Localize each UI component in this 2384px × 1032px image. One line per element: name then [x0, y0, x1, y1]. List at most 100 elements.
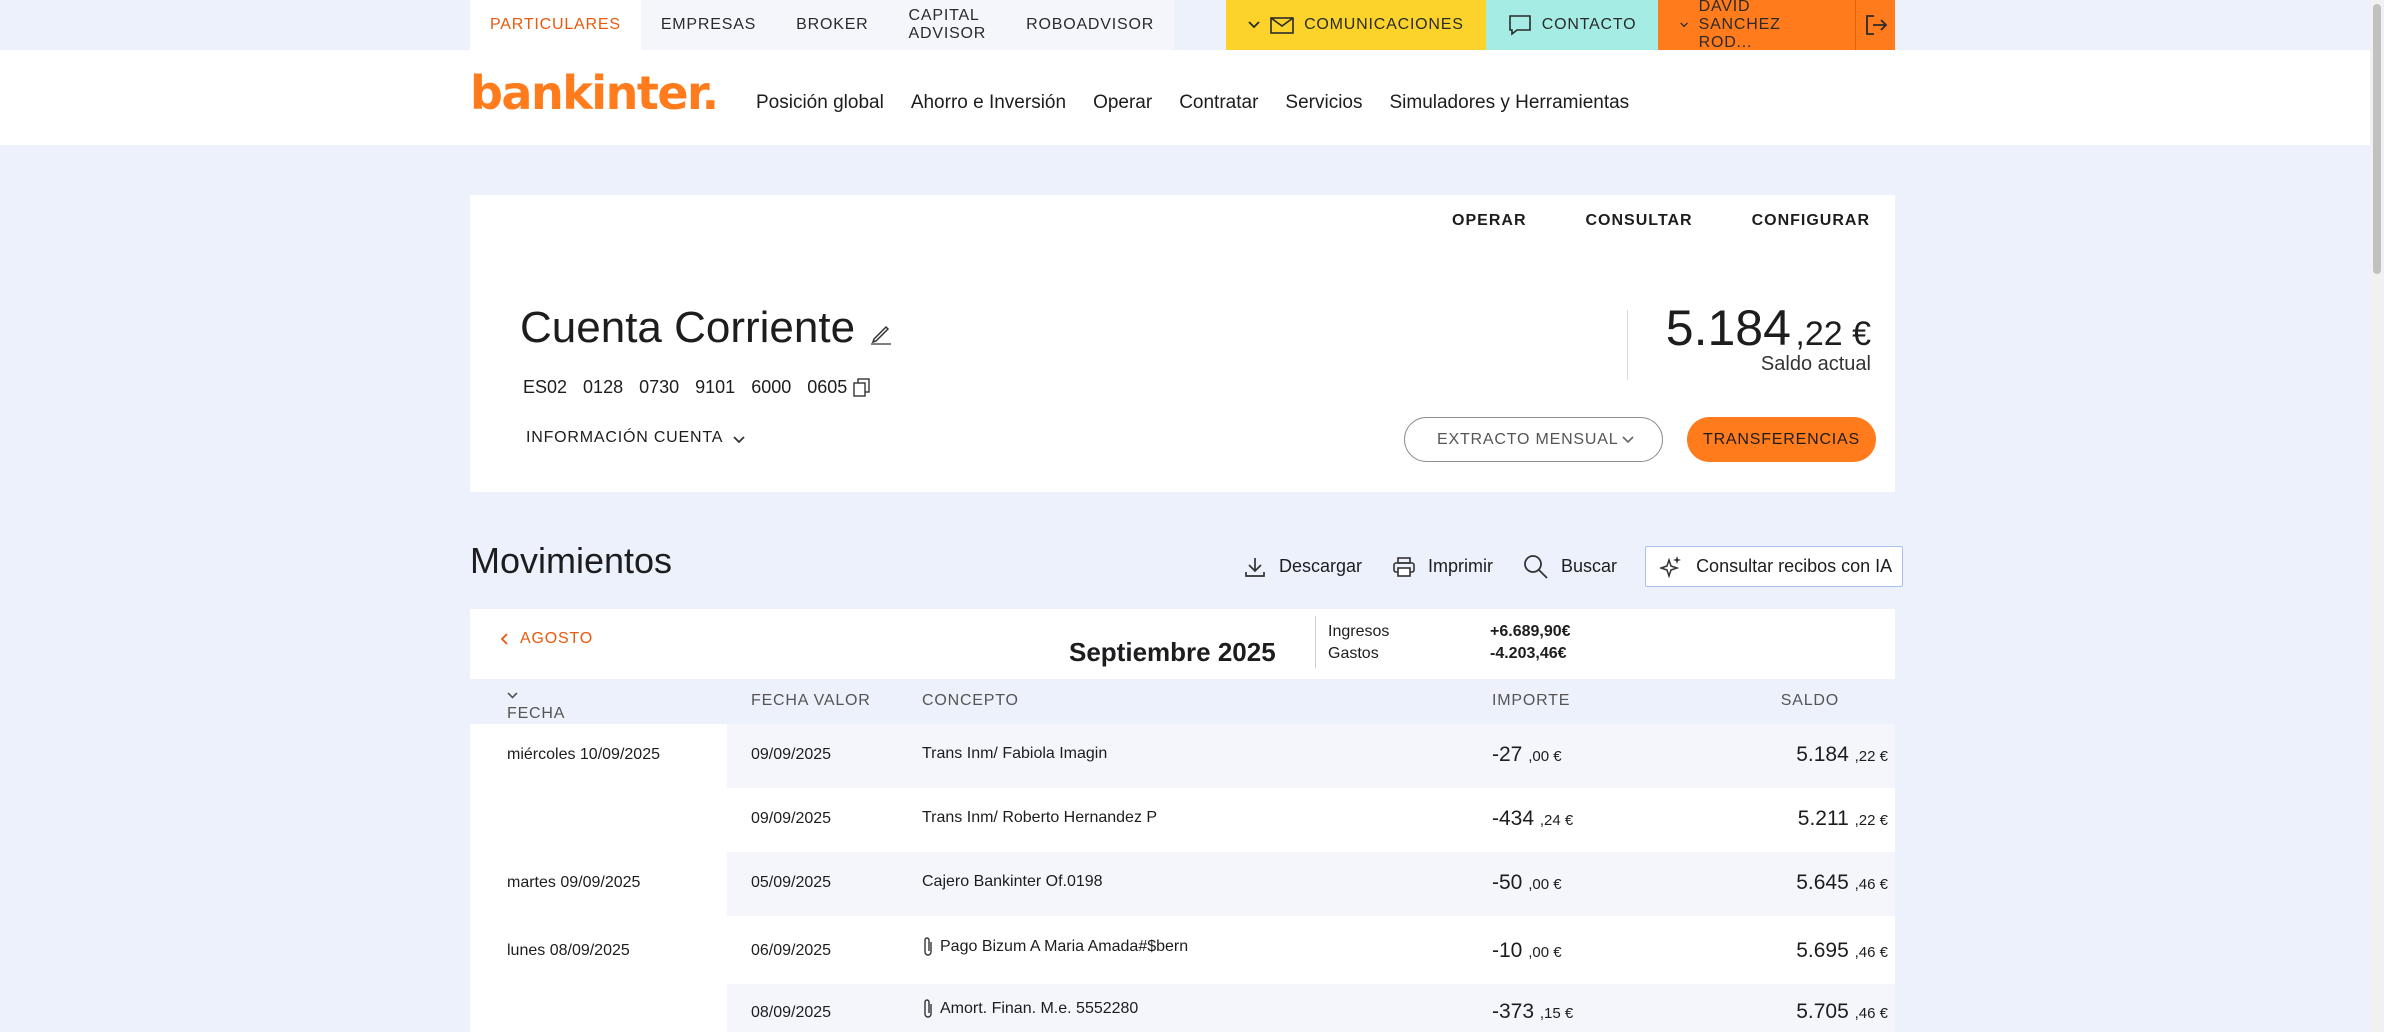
tab-operar[interactable]: OPERAR — [1452, 212, 1526, 230]
iban-part: 0730 — [639, 377, 680, 397]
nav-ahorro-inversion[interactable]: Ahorro e Inversión — [911, 92, 1066, 114]
table-row[interactable]: 05/09/2025 Cajero Bankinter Of.0198 -50 … — [727, 852, 1895, 916]
table-row[interactable]: 09/09/2025 Trans Inm/ Roberto Hernandez … — [727, 788, 1895, 852]
search-button[interactable]: Buscar — [1523, 554, 1617, 580]
iban-part: 0128 — [583, 377, 624, 397]
iban-part: 6000 — [751, 377, 792, 397]
current-month: Septiembre 2025 — [1069, 637, 1276, 667]
segment-capital-advisor[interactable]: CAPITAL ADVISOR — [889, 0, 1007, 50]
summary-labels: Ingresos Gastos — [1328, 621, 1389, 665]
nav-contratar[interactable]: Contratar — [1179, 92, 1258, 114]
paperclip-icon[interactable] — [922, 936, 934, 958]
date-group: lunes 08/09/2025 — [507, 942, 630, 959]
contacto-label: CONTACTO — [1541, 16, 1637, 33]
importe: -434 ,24 € — [1492, 807, 1574, 830]
transfers-label: TRANSFERENCIAS — [1703, 430, 1860, 448]
comunicaciones-button[interactable]: COMUNICACIONES — [1226, 0, 1486, 50]
copy-icon[interactable] — [853, 378, 870, 397]
account-iban: ES02 0128 0730 9101 6000 0605 — [523, 377, 870, 398]
paperclip-icon[interactable] — [922, 998, 934, 1020]
summary-values: +6.689,90€ -4.203,46€ — [1490, 621, 1571, 665]
main-nav: Posición global Ahorro e Inversión Opera… — [756, 92, 1629, 114]
table-row[interactable]: 08/09/2025 Amort. Finan. M.e. 5552280 -3… — [727, 984, 1895, 1032]
table-row[interactable]: 09/09/2025 Trans Inm/ Fabiola Imagin -27… — [727, 724, 1895, 788]
monthly-statement-dropdown[interactable]: EXTRACTO MENSUAL — [1404, 417, 1663, 462]
concepto: Amort. Finan. M.e. 5552280 — [922, 998, 1138, 1020]
sort-fecha-contable[interactable]: FECHA CONTABLE — [507, 692, 598, 740]
contacto-button[interactable]: CONTACTO — [1485, 0, 1659, 50]
logout-button[interactable] — [1855, 0, 1895, 50]
main-header: bankinter. Posición global Ahorro e Inve… — [0, 50, 2370, 145]
col-saldo: SALDO — [1780, 692, 1839, 709]
search-label: Buscar — [1561, 556, 1618, 576]
nav-servicios[interactable]: Servicios — [1285, 92, 1362, 114]
movements-title: Movimientos — [470, 540, 673, 581]
col-concepto: CONCEPTO — [922, 692, 1019, 709]
print-label: Imprimir — [1428, 556, 1494, 576]
segment-empresas[interactable]: EMPRESAS — [641, 0, 776, 50]
printer-icon — [1393, 556, 1415, 577]
nav-simuladores[interactable]: Simuladores y Herramientas — [1389, 92, 1629, 114]
iban-part: 0605 — [807, 377, 848, 397]
table-row[interactable]: 06/09/2025 Pago Bizum A Maria Amada#$ber… — [727, 916, 1895, 984]
concepto: Trans Inm/ Roberto Hernandez P — [922, 809, 1158, 826]
date-group: miércoles 10/09/2025 — [507, 746, 660, 763]
balance-decimal: ,22 € — [1795, 315, 1871, 353]
concepto: Trans Inm/ Fabiola Imagin — [922, 745, 1108, 762]
account-info-toggle[interactable]: INFORMACIÓN CUENTA — [526, 429, 745, 447]
bankinter-logo[interactable]: bankinter. — [470, 66, 719, 120]
saldo: 5.211 ,22 € — [1797, 807, 1888, 830]
user-menu-button[interactable]: DAVID SANCHEZ ROD... — [1658, 0, 1856, 51]
account-balance: 5.184 ,22 € Saldo actual — [1666, 299, 1871, 376]
segment-roboadvisor[interactable]: ROBOADVISOR — [1006, 0, 1174, 50]
user-name: DAVID SANCHEZ ROD... — [1698, 0, 1781, 51]
saldo: 5.184 ,22 € — [1796, 743, 1888, 766]
iban-part: ES02 — [523, 377, 568, 397]
account-title-row: Cuenta Corriente — [520, 303, 893, 353]
importe: -50 ,00 € — [1492, 871, 1562, 894]
concepto: Pago Bizum A Maria Amada#$bern — [922, 936, 1188, 958]
top-bar: PARTICULARES EMPRESAS BROKER CAPITAL ADV… — [0, 0, 2370, 51]
concepto: Cajero Bankinter Of.0198 — [922, 873, 1103, 890]
nav-posicion-global[interactable]: Posición global — [756, 92, 884, 114]
scrollbar-thumb[interactable] — [2373, 4, 2381, 274]
movements-table-header: FECHA CONTABLE FECHA VALOR CONCEPTO IMPO… — [470, 679, 1895, 740]
chevron-down-icon — [1680, 22, 1689, 28]
saldo: 5.705 ,46 € — [1796, 1000, 1888, 1023]
print-button[interactable]: Imprimir — [1392, 556, 1493, 578]
expense-label: Gastos — [1328, 645, 1379, 662]
segment-particulares[interactable]: PARTICULARES — [470, 0, 641, 50]
account-title: Cuenta Corriente — [520, 303, 856, 352]
sparkle-icon — [1660, 555, 1682, 578]
saldo: 5.695 ,46 € — [1796, 939, 1888, 962]
comunicaciones-label: COMUNICACIONES — [1304, 16, 1464, 33]
account-tabs: OPERAR CONSULTAR CONFIGURAR — [1452, 212, 1870, 230]
download-icon — [1245, 557, 1265, 577]
chevron-left-icon — [500, 633, 508, 645]
tab-configurar[interactable]: CONFIGURAR — [1752, 212, 1870, 230]
saldo: 5.645 ,46 € — [1796, 871, 1888, 894]
fecha-valor: 06/09/2025 — [751, 942, 832, 959]
nav-operar[interactable]: Operar — [1093, 92, 1152, 114]
balance-integer: 5.184 — [1665, 300, 1791, 356]
segment-broker[interactable]: BROKER — [776, 0, 888, 50]
download-button[interactable]: Descargar — [1243, 555, 1362, 579]
iban-part: 9101 — [695, 377, 736, 397]
search-icon — [1524, 554, 1548, 579]
chevron-down-icon — [733, 436, 745, 444]
importe: -373 ,15 € — [1492, 1000, 1574, 1023]
ia-receipts-button[interactable]: Consultar recibos con IA — [1645, 546, 1904, 587]
page-scrollbar[interactable] — [2370, 0, 2384, 1032]
expense-value: -4.203,46€ — [1490, 645, 1567, 662]
chevron-down-icon — [1622, 435, 1634, 443]
income-label: Ingresos — [1328, 623, 1390, 640]
fecha-valor: 09/09/2025 — [751, 810, 832, 827]
month-selector: AGOSTO Septiembre 2025 Ingresos Gastos +… — [470, 609, 1895, 679]
transfers-button[interactable]: TRANSFERENCIAS — [1687, 417, 1876, 462]
date-group: martes 09/09/2025 — [507, 874, 641, 891]
tab-consultar[interactable]: CONSULTAR — [1586, 212, 1693, 230]
importe: -10 ,00 € — [1492, 939, 1562, 962]
previous-month-button[interactable]: AGOSTO — [500, 630, 593, 648]
pencil-icon[interactable] — [869, 322, 893, 346]
logout-icon — [1865, 15, 1887, 35]
